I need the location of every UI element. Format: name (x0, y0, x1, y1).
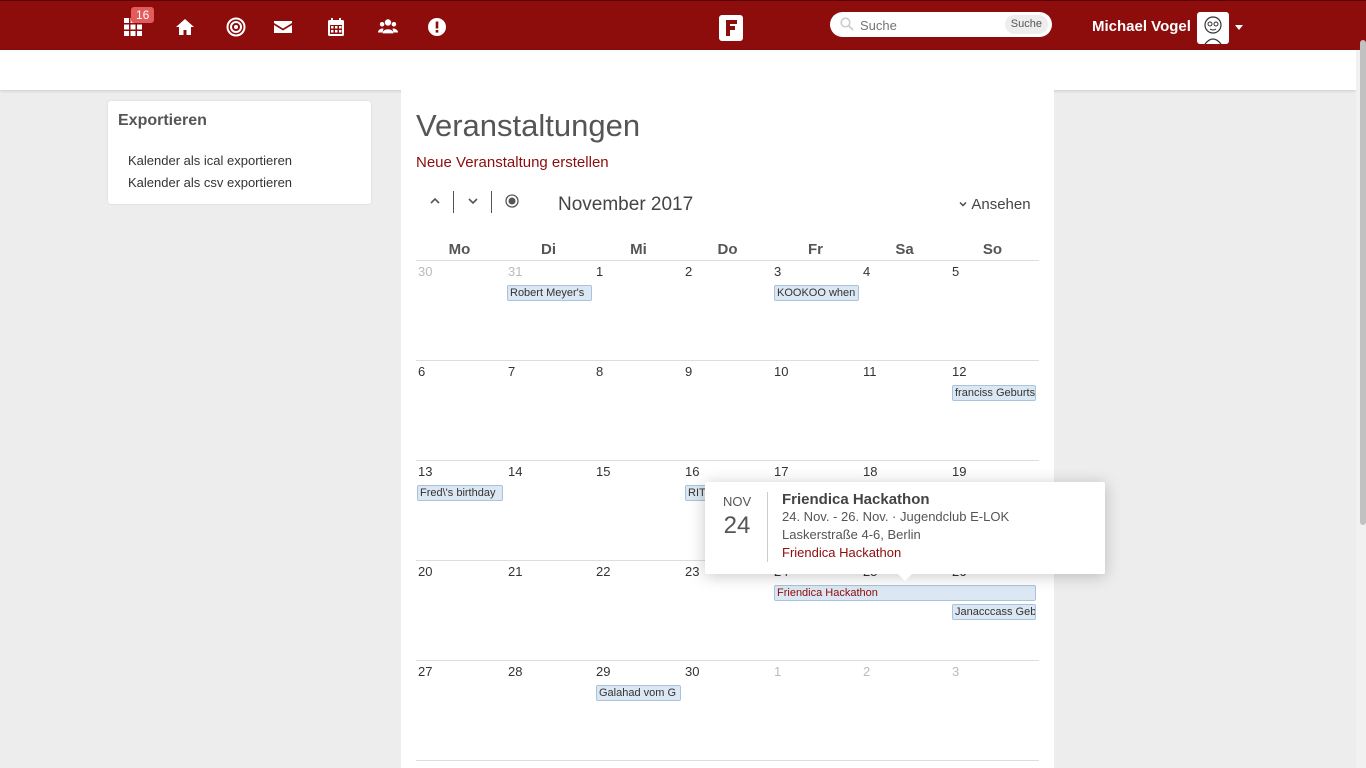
search-button[interactable]: Suche (1004, 15, 1048, 34)
day-cell-number[interactable]: 9 (685, 364, 692, 379)
home-icon[interactable] (174, 16, 196, 38)
chevron-down-icon[interactable] (466, 194, 480, 213)
calendar-event[interactable]: Robert Meyer's (507, 285, 592, 301)
chevron-down-icon (959, 202, 967, 207)
week-divider (416, 260, 1039, 261)
day-cell-number[interactable]: 2 (685, 264, 692, 279)
export-panel: Exportieren Kalender als ical exportiere… (108, 101, 371, 204)
day-cell-number[interactable]: 30 (418, 264, 432, 279)
day-cell-number[interactable]: 1 (596, 264, 603, 279)
day-cell-number[interactable]: 22 (596, 564, 610, 579)
day-cell-number[interactable]: 4 (863, 264, 870, 279)
day-cell-number[interactable]: 10 (774, 364, 788, 379)
week-divider (416, 360, 1039, 361)
month-title: November 2017 (558, 194, 694, 215)
day-cell-number[interactable]: 3 (774, 264, 781, 279)
day-cell-number[interactable]: 1 (774, 664, 781, 679)
weekday-header: So (982, 241, 1003, 258)
notifications-icon[interactable] (426, 16, 448, 38)
events-panel: Veranstaltungen Neue Veranstaltung erste… (401, 90, 1054, 768)
weekday-header: Mo (448, 241, 471, 258)
popup-day: 24 (723, 512, 751, 539)
day-cell-number[interactable]: 18 (863, 464, 877, 479)
control-divider (491, 191, 492, 213)
view-button[interactable]: Ansehen (958, 196, 1031, 213)
search-box: Suche (830, 12, 1052, 37)
event-popup: NOV 24 Friendica Hackathon 24. Nov. - 26… (705, 482, 1105, 574)
mail-icon[interactable] (272, 16, 294, 38)
chevron-up-icon[interactable] (428, 194, 442, 213)
day-cell-number[interactable]: 23 (685, 564, 699, 579)
day-cell-number[interactable]: 8 (596, 364, 603, 379)
popup-divider (767, 492, 768, 562)
network-icon[interactable] (225, 16, 247, 38)
day-cell-number[interactable]: 12 (952, 364, 966, 379)
week-divider (416, 760, 1039, 761)
popup-month: NOV (723, 494, 752, 509)
top-navbar: 16 Suche Michael Vogel (0, 0, 1366, 50)
day-cell-number[interactable]: 19 (952, 464, 966, 479)
new-event-link[interactable]: Neue Veranstaltung erstellen (416, 154, 609, 171)
control-divider (453, 191, 454, 213)
calendar-event[interactable]: franciss Geburts (952, 385, 1036, 401)
search-input[interactable] (858, 15, 1002, 36)
calendar-icon[interactable] (325, 16, 347, 38)
user-name[interactable]: Michael Vogel (1092, 18, 1191, 35)
view-button-label: Ansehen (971, 196, 1031, 213)
day-cell-number[interactable]: 21 (508, 564, 522, 579)
week-divider (416, 460, 1039, 461)
day-cell-number[interactable]: 30 (685, 664, 699, 679)
secondary-bar (0, 50, 1356, 90)
export-csv-link[interactable]: Kalender als csv exportieren (128, 175, 292, 190)
popup-title: Friendica Hackathon (782, 491, 930, 508)
day-cell-number[interactable]: 11 (863, 364, 877, 379)
weekday-header: Fr (808, 241, 823, 258)
calendar-event[interactable]: KOOKOO when (774, 285, 859, 301)
day-cell-number[interactable]: 15 (596, 464, 610, 479)
page-title: Veranstaltungen (416, 108, 641, 143)
day-cell-number[interactable]: 13 (418, 464, 432, 479)
notification-badge: 16 (131, 7, 155, 23)
weekday-header: Mi (630, 241, 647, 258)
weekday-header: Do (717, 241, 738, 258)
day-cell-number[interactable]: 27 (418, 664, 432, 679)
popup-address: Laskerstraße 4-6, Berlin (782, 527, 921, 542)
day-cell-number[interactable]: 14 (508, 464, 522, 479)
week-divider (416, 660, 1039, 661)
export-panel-title: Exportieren (118, 112, 207, 129)
popup-event-link[interactable]: Friendica Hackathon (782, 545, 901, 560)
day-cell-number[interactable]: 6 (418, 364, 425, 379)
avatar[interactable] (1197, 12, 1229, 44)
day-cell-number[interactable]: 29 (596, 664, 610, 679)
today-target-icon[interactable] (505, 194, 519, 213)
calendar-event[interactable]: Janacccass Gebu (952, 604, 1036, 620)
day-cell-number[interactable]: 16 (685, 464, 699, 479)
friendica-logo[interactable] (719, 15, 743, 41)
calendar-event[interactable]: Fred\'s birthday (417, 485, 503, 501)
day-cell-number[interactable]: 20 (418, 564, 432, 579)
user-menu-caret-icon[interactable] (1235, 25, 1243, 30)
day-cell-number[interactable]: 2 (863, 664, 870, 679)
day-cell-number[interactable]: 3 (952, 664, 959, 679)
day-cell-number[interactable]: 17 (774, 464, 788, 479)
export-ical-link[interactable]: Kalender als ical exportieren (128, 153, 292, 168)
popup-arrow (897, 573, 913, 581)
calendar-event[interactable]: Friendica Hackathon (774, 585, 1036, 601)
day-cell-number[interactable]: 28 (508, 664, 522, 679)
day-cell-number[interactable]: 7 (508, 364, 515, 379)
search-icon (840, 17, 854, 31)
day-cell-number[interactable]: 5 (952, 264, 959, 279)
scrollbar-thumb[interactable] (1360, 40, 1366, 525)
contacts-icon[interactable] (377, 16, 399, 38)
weekday-header: Sa (895, 241, 914, 258)
day-cell-number[interactable]: 31 (508, 264, 522, 279)
calendar-event[interactable]: Galahad vom G (596, 685, 681, 701)
popup-date-location: 24. Nov. - 26. Nov. · Jugendclub E-LOK (782, 509, 1010, 524)
weekday-header: Di (541, 241, 556, 258)
